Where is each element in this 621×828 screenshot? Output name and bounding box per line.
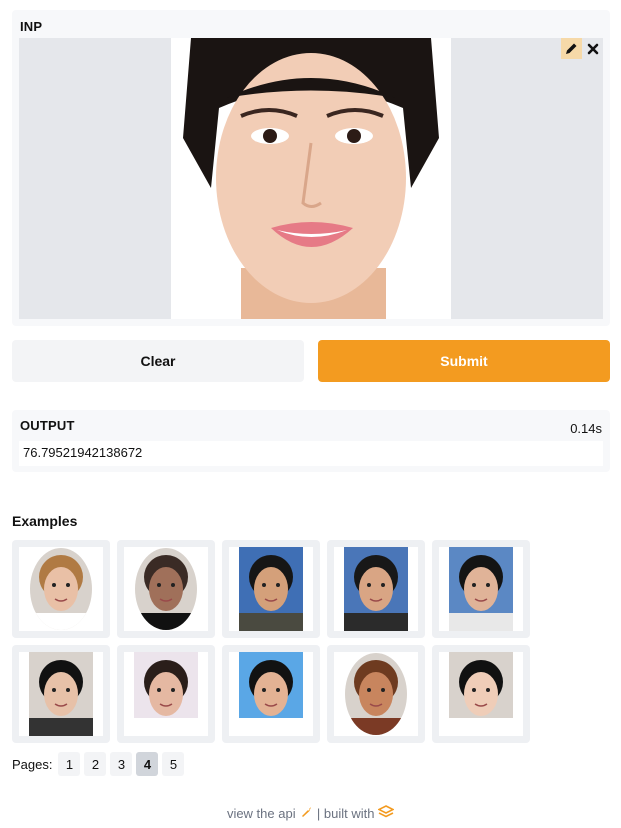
example-image xyxy=(124,652,208,736)
example-thumbnail[interactable] xyxy=(432,540,530,638)
example-thumbnail[interactable] xyxy=(327,645,425,743)
examples-title: Examples xyxy=(12,513,78,529)
example-image xyxy=(439,547,523,631)
example-image xyxy=(229,547,313,631)
example-thumbnail[interactable] xyxy=(222,540,320,638)
face-photo xyxy=(134,652,198,736)
example-image xyxy=(334,547,418,631)
input-label: INP xyxy=(20,19,43,34)
example-thumbnail[interactable] xyxy=(327,540,425,638)
pencil-icon[interactable] xyxy=(561,38,582,59)
view-api-link[interactable]: view the api xyxy=(226,805,317,822)
face-photo xyxy=(239,652,303,736)
example-thumbnail[interactable] xyxy=(222,645,320,743)
pages-label: Pages: xyxy=(12,756,53,772)
example-image xyxy=(439,652,523,736)
output-value: 76.79521942138672 xyxy=(19,441,603,466)
example-thumbnail[interactable] xyxy=(432,645,530,743)
example-image xyxy=(19,652,103,736)
gradio-logo-icon xyxy=(377,805,395,822)
image-upload-area[interactable] xyxy=(19,38,603,319)
view-api-text: view the api xyxy=(226,806,296,822)
example-image xyxy=(334,652,418,736)
face-photo xyxy=(29,652,93,736)
face-photo xyxy=(449,547,513,631)
built-with-link[interactable]: built with xyxy=(323,805,395,822)
face-photo xyxy=(239,547,303,631)
timing-label: 0.14s xyxy=(570,421,602,436)
submit-button[interactable]: Submit xyxy=(318,340,610,382)
page-button[interactable]: 1 xyxy=(58,752,81,776)
input-image xyxy=(171,38,451,319)
example-image xyxy=(124,547,208,631)
example-thumbnail[interactable] xyxy=(12,540,110,638)
built-with-text: built with xyxy=(323,806,375,822)
footer-separator: | xyxy=(316,806,321,822)
example-thumbnail[interactable] xyxy=(12,645,110,743)
example-image xyxy=(19,547,103,631)
page-button[interactable]: 3 xyxy=(110,752,133,776)
face-photo xyxy=(345,653,407,735)
input-image-panel: INP xyxy=(12,10,610,326)
example-image xyxy=(229,652,313,736)
portrait-image xyxy=(171,38,451,319)
footer: view the api | built with xyxy=(0,805,621,822)
page-button[interactable]: 5 xyxy=(162,752,185,776)
output-panel: OUTPUT 0.14s 76.79521942138672 xyxy=(12,410,610,472)
page-button[interactable]: 2 xyxy=(84,752,107,776)
face-photo xyxy=(135,548,197,630)
image-tools xyxy=(561,38,603,59)
rocket-icon xyxy=(299,807,317,822)
page-button[interactable]: 4 xyxy=(136,752,159,776)
example-thumbnail[interactable] xyxy=(117,645,215,743)
face-photo xyxy=(449,652,513,736)
face-photo xyxy=(344,547,408,631)
output-label: OUTPUT xyxy=(20,418,75,433)
clear-button[interactable]: Clear xyxy=(12,340,304,382)
close-icon[interactable] xyxy=(582,38,603,59)
example-thumbnail[interactable] xyxy=(117,540,215,638)
pagination: Pages: 12345 xyxy=(12,752,185,776)
face-photo xyxy=(30,548,92,630)
